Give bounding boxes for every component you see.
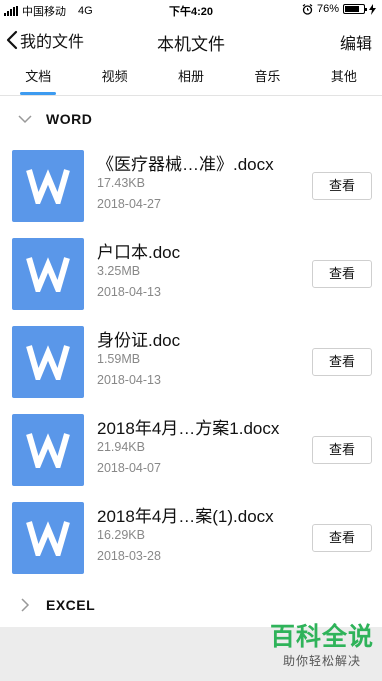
group-name: EXCEL — [46, 597, 96, 613]
tab-documents[interactable]: 文档 — [0, 62, 76, 95]
file-size: 3.25MB — [97, 264, 141, 278]
file-item[interactable]: 《医疗器械…准》.docx 17.43KB 2018-04-27 查看 — [0, 141, 382, 229]
battery-fill — [345, 6, 359, 12]
file-date: 2018-04-13 — [97, 285, 161, 299]
tab-other[interactable]: 其他 — [306, 62, 382, 95]
chevron-right-icon — [21, 598, 30, 612]
file-item[interactable]: 户口本.doc 3.25MB 2018-04-13 查看 — [0, 229, 382, 317]
nav-bar: 我的文件 本机文件 编辑 — [0, 20, 382, 62]
file-name: 身份证.doc — [97, 331, 181, 350]
battery-icon — [343, 4, 367, 14]
status-bar: 中国移动 4G 下午4:20 76% — [0, 0, 382, 20]
file-item[interactable]: 身份证.doc 1.59MB 2018-04-13 查看 — [0, 317, 382, 405]
file-item[interactable]: 2018年4月…方案1.docx 21.94KB 2018-04-07 查看 — [0, 405, 382, 493]
file-item[interactable]: 2018年4月…案(1).docx 16.29KB 2018-03-28 查看 — [0, 493, 382, 581]
file-name: 户口本.doc — [97, 243, 181, 262]
watermark-subtitle: 助你轻松解决 — [282, 654, 361, 668]
file-name: 《医疗器械…准》.docx — [97, 155, 274, 174]
file-list: WORD 《医疗器械…准》.docx 17.43KB 2018-04-27 查看… — [0, 97, 382, 627]
charging-icon — [369, 3, 376, 15]
tab-albums[interactable]: 相册 — [153, 62, 229, 95]
file-size: 21.94KB — [97, 440, 145, 454]
view-button[interactable]: 查看 — [312, 436, 372, 464]
view-button[interactable]: 查看 — [312, 524, 372, 552]
word-doc-icon — [12, 502, 84, 574]
word-doc-icon — [12, 238, 84, 310]
view-button[interactable]: 查看 — [312, 260, 372, 288]
file-size: 16.29KB — [97, 528, 145, 542]
file-name: 2018年4月…方案1.docx — [97, 419, 280, 438]
battery-percent: 76% — [316, 3, 339, 15]
view-button[interactable]: 查看 — [312, 348, 372, 376]
file-size: 1.59MB — [97, 352, 141, 366]
watermark-logo: 百科全说 助你轻松解决 — [270, 622, 374, 669]
file-date: 2018-04-27 — [97, 197, 161, 211]
file-name: 2018年4月…案(1).docx — [97, 507, 274, 526]
file-date: 2018-03-28 — [97, 549, 161, 563]
watermark-title: 百科全说 — [269, 623, 374, 651]
view-button[interactable]: 查看 — [312, 172, 372, 200]
group-name: WORD — [46, 111, 93, 127]
page-title: 本机文件 — [157, 35, 225, 54]
alarm-icon — [302, 3, 313, 15]
file-date: 2018-04-13 — [97, 373, 161, 387]
edit-button[interactable]: 编辑 — [340, 30, 372, 54]
word-doc-icon — [12, 326, 84, 398]
status-right: 76% — [302, 3, 376, 15]
tab-music[interactable]: 音乐 — [229, 62, 305, 95]
chevron-down-icon — [18, 115, 32, 124]
file-date: 2018-04-07 — [97, 461, 161, 475]
file-size: 17.43KB — [97, 176, 145, 190]
word-doc-icon — [12, 150, 84, 222]
word-doc-icon — [12, 414, 84, 486]
category-tabs: 文档 视频 相册 音乐 其他 — [0, 62, 382, 96]
group-header-word[interactable]: WORD — [0, 97, 382, 141]
group-header-excel[interactable]: EXCEL — [0, 583, 382, 627]
tab-videos[interactable]: 视频 — [76, 62, 152, 95]
